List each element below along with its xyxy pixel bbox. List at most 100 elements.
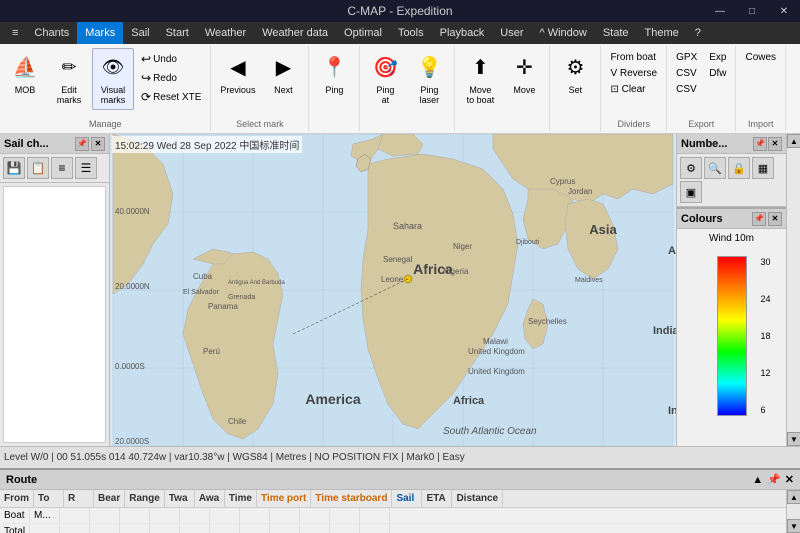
svg-text:Chile: Chile — [228, 417, 247, 426]
svg-text:Seychelles: Seychelles — [528, 317, 567, 326]
gpx-label: GPX — [676, 52, 697, 63]
menu-playback[interactable]: Playback — [432, 22, 493, 44]
svg-text:Grenada: Grenada — [228, 294, 255, 301]
colours-close[interactable]: ✕ — [768, 212, 782, 226]
sail-save-button[interactable]: 💾 — [3, 157, 25, 179]
sail-list-button[interactable]: ☰ — [75, 157, 97, 179]
gpx-button[interactable]: GPX — [671, 50, 702, 65]
route-scroll-down[interactable]: ▼ — [787, 519, 800, 533]
redo-icon: ↪ — [141, 71, 151, 85]
csv1-button[interactable]: CSV — [671, 66, 702, 81]
ribbon-manage-content: ⛵ MOB ✏ Editmarks 👁 Visualmarks ↩ Undo ↪… — [4, 48, 206, 117]
csv2-button[interactable]: CSV — [671, 82, 702, 97]
import-content: Cowes — [740, 48, 781, 117]
scroll-down-button[interactable]: ▼ — [787, 432, 800, 446]
from-boat-button[interactable]: From boat — [605, 50, 662, 65]
menu-window[interactable]: ^ Window — [532, 22, 595, 44]
menu-optimal[interactable]: Optimal — [336, 22, 390, 44]
csv1-label: CSV — [676, 68, 697, 79]
cell-range — [120, 508, 150, 523]
ribbon-group-select-mark: ◀ Previous ▶ Next Select mark — [211, 46, 309, 131]
exp-label: Exp — [709, 52, 726, 63]
app-title: C-MAP - Expedition — [347, 4, 452, 18]
select-mark-content: ◀ Previous ▶ Next — [215, 48, 304, 117]
sail-chart-close[interactable]: ✕ — [91, 137, 105, 151]
col-eta: ETA — [422, 490, 452, 507]
map-timestamp: 15:02:29 Wed 28 Sep 2022 中国标准时间 — [112, 136, 302, 153]
sail-menu-button[interactable]: ≡ — [51, 157, 73, 179]
previous-button[interactable]: ◀ Previous — [215, 48, 260, 110]
colours-pin[interactable]: 📌 — [752, 212, 766, 226]
edit-marks-button[interactable]: ✏ Editmarks — [48, 48, 90, 110]
menu-chants[interactable]: Chants — [26, 22, 77, 44]
set-button[interactable]: ⚙ Set — [554, 48, 596, 110]
csv2-label: CSV — [676, 84, 697, 95]
num-search-button[interactable]: 🔍 — [704, 157, 726, 179]
close-button[interactable]: ✕ — [768, 0, 800, 22]
col-range: Range — [125, 490, 165, 507]
num-lock-button[interactable]: 🔒 — [728, 157, 750, 179]
sail-chart-title: Sail ch... — [4, 138, 49, 150]
dfw-button[interactable]: Dfw — [704, 66, 731, 81]
map-area[interactable]: 15:02:29 Wed 28 Sep 2022 中国标准时间 — [110, 134, 676, 446]
redo-button[interactable]: ↪ Redo — [136, 69, 206, 87]
num-table-button[interactable]: ▣ — [680, 181, 702, 203]
move-button[interactable]: ✛ Move — [503, 48, 545, 110]
menu-sail[interactable]: Sail — [123, 22, 157, 44]
menu-help[interactable]: ? — [687, 22, 709, 44]
num-settings-button[interactable]: ⚙ — [680, 157, 702, 179]
ribbon-group-manage: ⛵ MOB ✏ Editmarks 👁 Visualmarks ↩ Undo ↪… — [0, 46, 211, 131]
exp-button[interactable]: Exp — [704, 50, 731, 65]
sail-chart-pin[interactable]: 📌 — [75, 137, 89, 151]
route-scroll-track — [787, 504, 800, 519]
menu-tools[interactable]: Tools — [390, 22, 432, 44]
scroll-up-button[interactable]: ▲ — [787, 134, 800, 148]
menu-state[interactable]: State — [595, 22, 637, 44]
next-button[interactable]: ▶ Next — [262, 48, 304, 110]
dividers-label: Dividers — [618, 119, 651, 129]
route-scroll-up[interactable]: ▲ — [787, 490, 800, 504]
route-header: Route ▲ 📌 ✕ — [0, 470, 800, 490]
ping-laser-button[interactable]: 💡 Pinglaser — [408, 48, 450, 110]
visual-marks-button[interactable]: 👁 Visualmarks — [92, 48, 134, 110]
ping-icon: 📍 — [318, 51, 350, 83]
main-area: Sail ch... 📌 ✕ 💾 📋 ≡ ☰ 15:02:29 Wed 28 S… — [0, 134, 800, 446]
ribbon-group-dividers: From boat V Reverse ⊡ Clear Dividers — [601, 46, 667, 131]
clear-button[interactable]: ⊡ Clear — [605, 82, 662, 97]
select-mark-label: Select mark — [236, 119, 284, 129]
reset-xte-button[interactable]: ⟳ Reset XTE — [136, 88, 206, 106]
menu-theme[interactable]: Theme — [637, 22, 687, 44]
svg-text:America: America — [305, 391, 360, 407]
scale-labels: 30 24 18 12 6 — [760, 257, 770, 415]
table-row: Boat M... — [0, 508, 786, 524]
menu-user[interactable]: User — [492, 22, 531, 44]
ping-button[interactable]: 📍 Ping — [313, 48, 355, 110]
sail-copy-button[interactable]: 📋 — [27, 157, 49, 179]
menu-marks[interactable]: Marks — [77, 22, 123, 44]
route-pin[interactable]: 📌 — [767, 473, 781, 486]
number-panel-pin[interactable]: 📌 — [753, 137, 767, 151]
ping-at-button[interactable]: 🎯 Pingat — [364, 48, 406, 110]
route-scrollbar: ▲ ▼ — [786, 490, 800, 533]
menu-weather-data[interactable]: Weather data — [254, 22, 336, 44]
move-icon: ✛ — [508, 51, 540, 83]
minimize-button[interactable]: — — [704, 0, 736, 22]
col-awa: Awa — [195, 490, 225, 507]
route-close[interactable]: ✕ — [785, 473, 794, 486]
mob-button[interactable]: ⛵ MOB — [4, 48, 46, 110]
maximize-button[interactable]: □ — [736, 0, 768, 22]
route-expand[interactable]: ▲ — [752, 474, 763, 486]
cell-total: Total — [0, 524, 30, 533]
v-reverse-button[interactable]: V Reverse — [605, 66, 662, 81]
dividers-col: From boat V Reverse ⊡ Clear — [605, 48, 662, 97]
status-text: Level W/0 | 00 51.055s 014 40.724w | var… — [4, 452, 465, 463]
hamburger-menu[interactable]: ≡ — [4, 22, 26, 44]
menu-start[interactable]: Start — [158, 22, 197, 44]
menu-weather[interactable]: Weather — [197, 22, 254, 44]
num-grid-button[interactable]: ▦ — [752, 157, 774, 179]
ribbon-group-set: ⚙ Set — [550, 46, 601, 131]
cowes-button[interactable]: Cowes — [740, 50, 781, 65]
undo-button[interactable]: ↩ Undo — [136, 50, 206, 68]
move-to-boat-button[interactable]: ⬆ Moveto boat — [459, 48, 501, 110]
number-panel-close[interactable]: ✕ — [768, 137, 782, 151]
